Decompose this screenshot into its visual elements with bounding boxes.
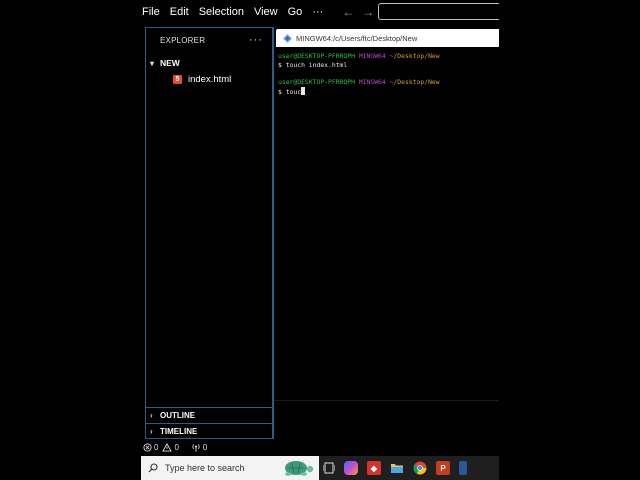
prompt-host: MINGW64 [358, 52, 386, 60]
explorer-sidebar: EXPLORER ··· ▾ NEW 5 index.html › OUTLIN… [145, 27, 273, 439]
command-center-input[interactable] [378, 3, 499, 20]
timeline-label: TIMELINE [160, 427, 198, 436]
menu-more[interactable]: ··· [307, 6, 328, 18]
menu-bar: File Edit Selection View Go ··· ← → [141, 0, 499, 24]
chevron-right-icon: › [150, 411, 153, 420]
terminal-command: $ touch index.html [278, 61, 348, 69]
terminal-prompt-line: user@DESKTOP-PFRRQPH MINGW64 ~/Desktop/N… [278, 52, 499, 61]
menu-view[interactable]: View [249, 6, 283, 18]
warnings-indicator[interactable]: 0 [162, 443, 179, 452]
prompt-host: MINGW64 [358, 78, 386, 86]
taskbar-apps: ◆ P [323, 456, 467, 480]
file-label: index.html [188, 73, 232, 85]
file-index-html[interactable]: 5 index.html [146, 71, 272, 87]
warnings-count: 0 [174, 443, 179, 452]
error-icon [143, 443, 152, 452]
text-cursor [301, 87, 306, 95]
prompt-user: user@DESKTOP-PFRRQPH [278, 52, 355, 60]
status-bar: 0 0 0 [141, 439, 499, 456]
windows-taskbar: Type here to search ◆ P [141, 456, 499, 480]
explorer-title: EXPLORER [160, 35, 206, 45]
html5-icon: 5 [173, 74, 182, 84]
prompt-path: ~/Desktop/New [389, 78, 440, 86]
anydesk-icon[interactable]: ◆ [367, 461, 381, 475]
terminal-divider [274, 400, 499, 401]
arrow-right-icon[interactable]: → [362, 5, 374, 19]
broadcast-icon [192, 444, 200, 452]
folder-new[interactable]: ▾ NEW [146, 55, 272, 71]
errors-count: 0 [154, 443, 159, 452]
terminal-window-title[interactable]: MINGW64:/c/Users/ftc/Desktop/New [276, 29, 499, 47]
panel-divider [273, 27, 274, 439]
nav-arrows: ← → [342, 5, 374, 19]
task-view-icon[interactable] [323, 462, 335, 474]
terminal-title-text: MINGW64:/c/Users/ftc/Desktop/New [296, 33, 418, 43]
search-icon [148, 463, 158, 473]
timeline-section[interactable]: › TIMELINE [146, 423, 272, 439]
menu-edit[interactable]: Edit [165, 6, 194, 18]
taskbar-search-box[interactable]: Type here to search [141, 456, 319, 480]
prompt-path: ~/Desktop/New [389, 52, 440, 60]
outline-section[interactable]: › OUTLINE [146, 407, 272, 423]
prompt-user: user@DESKTOP-PFRRQPH [278, 78, 355, 86]
terminal-input-line[interactable]: $ touc [278, 87, 499, 97]
powerpoint-icon[interactable]: P [436, 461, 450, 475]
outline-label: OUTLINE [160, 411, 196, 420]
ports-count: 0 [202, 443, 208, 452]
menu-file[interactable]: File [141, 6, 165, 18]
explorer-folder-icon[interactable] [390, 461, 404, 475]
copilot-icon[interactable] [344, 461, 358, 475]
search-placeholder: Type here to search [165, 463, 245, 473]
mingw-icon [283, 33, 292, 43]
folder-label: NEW [160, 58, 180, 68]
warning-icon [162, 443, 173, 452]
explorer-more-button[interactable]: ··· [249, 34, 263, 46]
turtle-icon [285, 461, 314, 476]
menu-go[interactable]: Go [283, 6, 308, 18]
terminal-prompt-line: user@DESKTOP-PFRRQPH MINGW64 ~/Desktop/N… [278, 78, 499, 87]
errors-indicator[interactable]: 0 [143, 443, 158, 452]
chrome-icon[interactable] [413, 461, 427, 475]
word-icon[interactable] [459, 461, 467, 475]
arrow-left-icon[interactable]: ← [342, 5, 354, 19]
chevron-down-icon: ▾ [150, 58, 155, 68]
vscode-window: File Edit Selection View Go ··· ← → EXPL… [141, 0, 499, 480]
terminal-output[interactable]: user@DESKTOP-PFRRQPH MINGW64 ~/Desktop/N… [278, 52, 499, 397]
explorer-header: EXPLORER ··· [146, 28, 272, 52]
terminal-command: $ touc [278, 88, 302, 96]
ports-indicator[interactable]: 0 [191, 443, 207, 452]
menu-selection[interactable]: Selection [194, 6, 249, 18]
chevron-right-icon: › [150, 427, 153, 436]
